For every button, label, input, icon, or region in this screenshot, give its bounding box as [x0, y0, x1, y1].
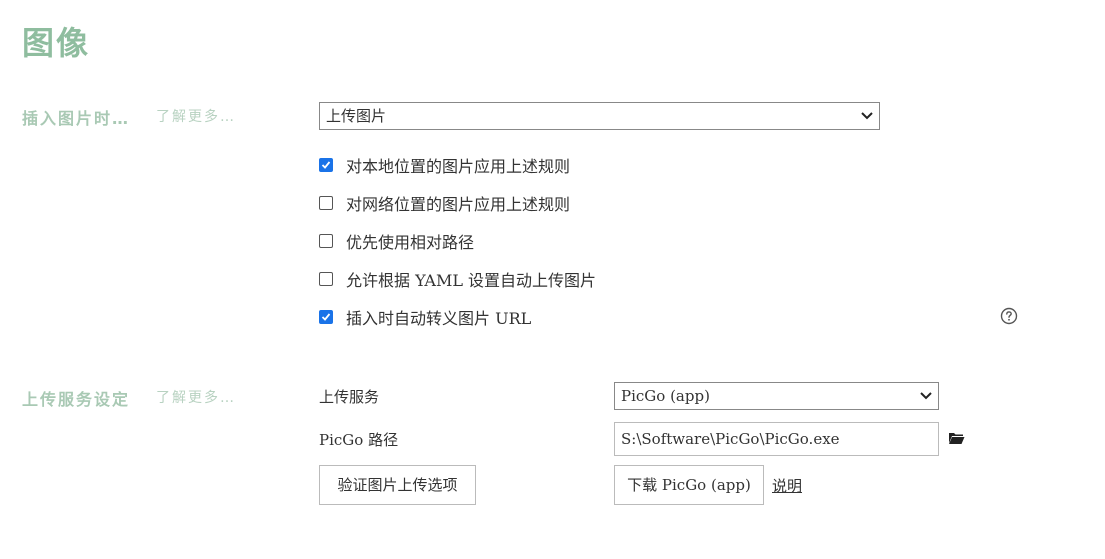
verify-upload-button[interactable]: 验证图片上传选项	[319, 465, 476, 505]
checkbox-relative-path[interactable]	[319, 234, 333, 248]
chevron-down-icon	[861, 112, 873, 120]
picgo-path-label: PicGo 路径	[319, 431, 399, 449]
checkbox-apply-local[interactable]	[319, 158, 333, 172]
insert-image-section-label: 插入图片时…	[22, 109, 131, 128]
chevron-down-icon	[920, 392, 932, 400]
help-link[interactable]: 说明	[772, 475, 802, 496]
folder-icon[interactable]	[948, 431, 965, 445]
option-apply-network-label: 对网络位置的图片应用上述规则	[346, 195, 571, 214]
upload-service-learn-more-link[interactable]: 了解更多…	[156, 387, 236, 407]
upload-service-label: 上传服务	[319, 388, 380, 406]
option-escape-url-label: 插入时自动转义图片 URL	[346, 309, 532, 328]
upload-service-select-value: PicGo (app)	[621, 387, 710, 405]
page-title: 图像	[22, 24, 91, 62]
option-yaml-auto-upload[interactable]: 允许根据 YAML 设置自动上传图片	[319, 269, 597, 290]
option-apply-local-label: 对本地位置的图片应用上述规则	[346, 157, 571, 176]
insert-action-select[interactable]: 上传图片	[319, 102, 880, 130]
upload-service-section-label: 上传服务设定	[22, 390, 131, 409]
checkbox-apply-network[interactable]	[319, 196, 333, 210]
option-yaml-auto-upload-label: 允许根据 YAML 设置自动上传图片	[346, 271, 597, 290]
insert-action-select-value: 上传图片	[326, 107, 387, 125]
checkbox-escape-url[interactable]	[319, 310, 333, 324]
download-picgo-button[interactable]: 下载 PicGo (app)	[614, 465, 764, 505]
upload-service-select[interactable]: PicGo (app)	[614, 382, 939, 410]
image-settings-page: 图像 插入图片时… 了解更多… 上传图片 对本地位置的图片应用上述规则 对网络位…	[0, 0, 1105, 559]
option-apply-local[interactable]: 对本地位置的图片应用上述规则	[319, 155, 571, 176]
picgo-path-input[interactable]: S:\Software\PicGo\PicGo.exe	[614, 422, 939, 456]
option-relative-path-label: 优先使用相对路径	[346, 233, 475, 252]
option-relative-path[interactable]: 优先使用相对路径	[319, 231, 475, 252]
option-apply-network[interactable]: 对网络位置的图片应用上述规则	[319, 193, 571, 214]
question-circle-icon[interactable]	[1000, 307, 1018, 325]
insert-image-learn-more-link[interactable]: 了解更多…	[156, 106, 236, 126]
checkbox-yaml-auto-upload[interactable]	[319, 272, 333, 286]
option-escape-url[interactable]: 插入时自动转义图片 URL	[319, 307, 532, 328]
